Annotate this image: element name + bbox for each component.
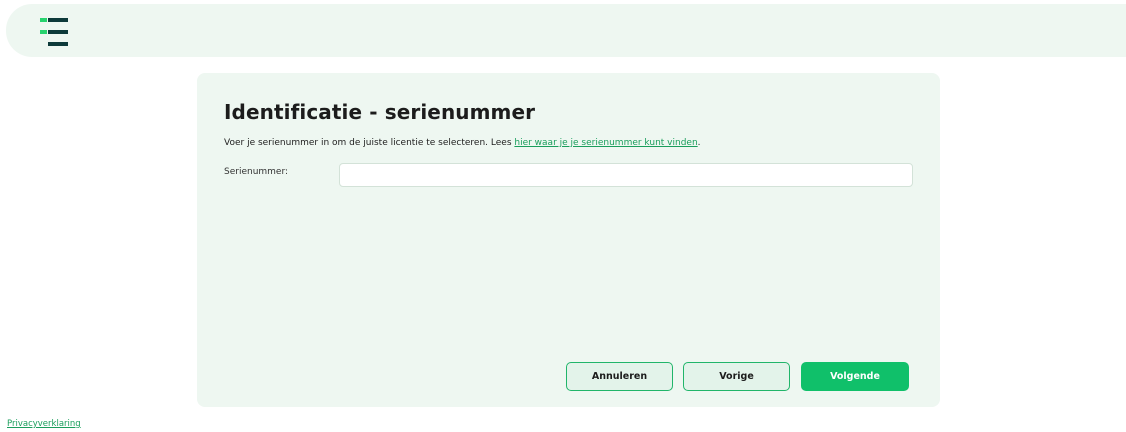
previous-button[interactable]: Vorige — [683, 362, 790, 391]
page-title: Identificatie - serienummer — [224, 100, 536, 124]
serial-number-label: Serienummer: — [224, 167, 289, 177]
privacy-link[interactable]: Privacyverklaring — [7, 419, 81, 429]
cancel-button[interactable]: Annuleren — [566, 362, 673, 391]
identification-card: Identificatie - serienummer Voer je seri… — [197, 73, 940, 407]
top-header — [6, 4, 1126, 57]
serial-number-input[interactable] — [339, 163, 913, 187]
logo-icon[interactable] — [40, 17, 76, 47]
menu-lines-logo-icon — [40, 18, 68, 46]
intro-text-end: . — [697, 138, 701, 148]
serial-help-link[interactable]: hier waar je je serienummer kunt vinden — [514, 138, 697, 148]
next-button[interactable]: Volgende — [801, 362, 909, 391]
intro-text-start: Voer je serienummer in om de juiste lice… — [224, 138, 515, 148]
intro-text: Voer je serienummer in om de juiste lice… — [224, 138, 701, 148]
